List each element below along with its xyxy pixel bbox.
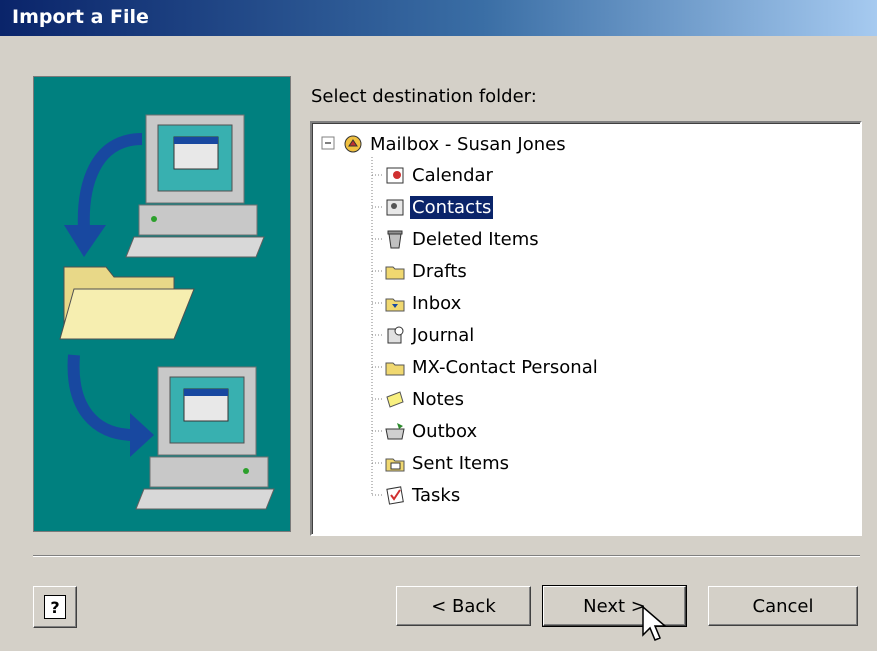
- sent-items-icon: [385, 458, 405, 472]
- folder-drafts[interactable]: Drafts: [384, 257, 469, 285]
- window-title: Import a File: [12, 6, 149, 28]
- computer-top-icon: [125, 114, 265, 258]
- arrow-down-icon: [64, 133, 143, 257]
- cancel-button[interactable]: Cancel: [708, 586, 858, 626]
- tasks-icon: [386, 486, 404, 505]
- destination-label: Select destination folder:: [311, 86, 537, 107]
- folder-contacts[interactable]: Contacts: [384, 193, 495, 221]
- arrow-right-icon: [67, 354, 154, 457]
- title-bar: Import a File: [0, 0, 877, 36]
- folder-tree[interactable]: Mailbox - Susan Jones Calendar Contacts …: [310, 121, 862, 536]
- back-button[interactable]: < Back: [396, 586, 531, 626]
- help-icon: ?: [44, 595, 66, 619]
- folder-icon: [59, 266, 195, 340]
- folder-journal[interactable]: Journal: [384, 321, 476, 349]
- help-button[interactable]: ?: [33, 586, 77, 628]
- import-illustration: [33, 76, 291, 532]
- contacts-icon: [386, 199, 404, 216]
- computer-bottom-icon: [135, 366, 275, 510]
- folder-notes[interactable]: Notes: [384, 385, 466, 413]
- outbox-icon: [385, 423, 405, 440]
- mouse-pointer-icon: [642, 605, 668, 641]
- journal-icon: [387, 326, 404, 344]
- folder-deleted-items[interactable]: Deleted Items: [384, 225, 541, 253]
- drafts-icon: [385, 266, 405, 280]
- folder-mx-contact-personal[interactable]: MX-Contact Personal: [384, 353, 600, 381]
- separator: [33, 555, 860, 557]
- calendar-icon: [386, 167, 404, 184]
- inbox-icon: [385, 298, 405, 312]
- folder-icon: [385, 362, 405, 376]
- mailbox-icon: [344, 135, 362, 153]
- notes-icon: [386, 391, 404, 408]
- folder-tasks[interactable]: Tasks: [384, 481, 462, 509]
- folder-sent-items[interactable]: Sent Items: [384, 449, 511, 477]
- tree-root-mailbox[interactable]: Mailbox - Susan Jones: [342, 130, 568, 158]
- folder-inbox[interactable]: Inbox: [384, 289, 463, 317]
- trash-icon: [387, 230, 403, 249]
- folder-outbox[interactable]: Outbox: [384, 417, 479, 445]
- folder-calendar[interactable]: Calendar: [384, 161, 495, 189]
